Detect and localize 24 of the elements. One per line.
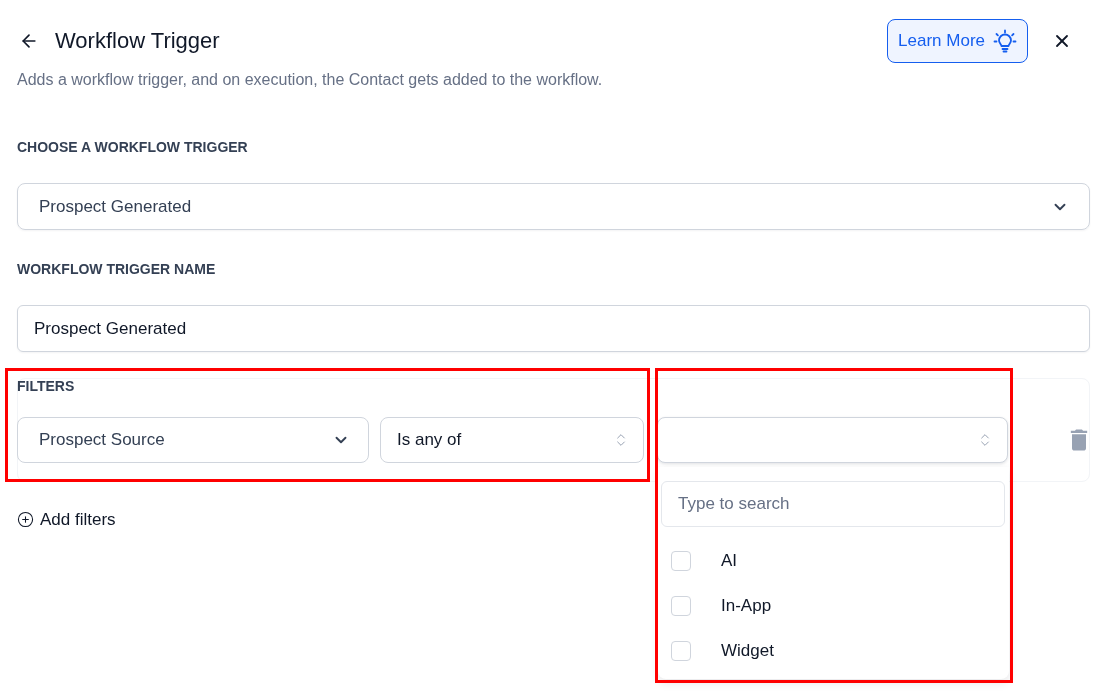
add-filters-button[interactable]: Add filters — [17, 507, 116, 533]
operator-select[interactable]: Is any of — [380, 417, 644, 463]
plus-circle-icon — [17, 511, 34, 529]
option-item[interactable]: In-App — [661, 583, 1006, 628]
lightbulb-icon — [993, 29, 1017, 53]
learn-more-button[interactable]: Learn More — [887, 19, 1028, 63]
field-select[interactable]: Prospect Source — [17, 417, 369, 463]
value-select[interactable] — [657, 417, 1008, 463]
option-label: AI — [721, 549, 738, 572]
search-field[interactable]: Type to search — [661, 481, 1005, 527]
panel-title: Workflow Trigger — [55, 27, 220, 55]
trigger-name-label: WORKFLOW TRIGGER NAME — [17, 260, 216, 279]
checkbox[interactable] — [671, 595, 691, 616]
option-item[interactable]: Widget — [661, 628, 1006, 673]
trigger-select[interactable]: Prospect Generated — [17, 183, 1090, 230]
panel-subtitle: Adds a workflow trigger, and on execution, the Contact gets added to the workflow. — [17, 70, 604, 90]
option-label: Widget — [721, 639, 774, 662]
option-label: In-App — [721, 594, 772, 617]
trigger-label: CHOOSE A WORKFLOW TRIGGER — [17, 138, 248, 157]
checkbox[interactable] — [671, 640, 691, 661]
option-item[interactable]: AI — [661, 538, 1006, 583]
trigger-name-input[interactable]: Prospect Generated — [17, 305, 1090, 352]
checkbox[interactable] — [671, 550, 691, 571]
filters-label: FILTERS — [17, 377, 75, 396]
